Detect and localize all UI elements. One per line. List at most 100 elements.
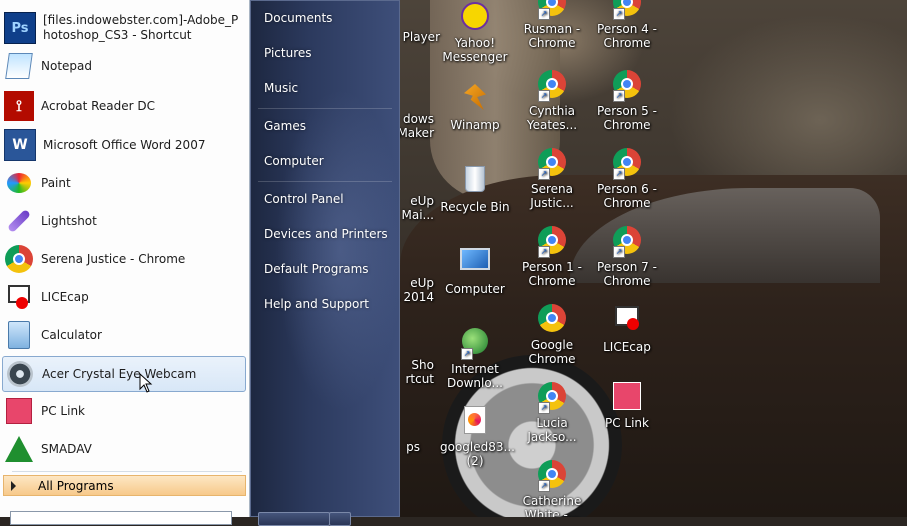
chrome-icon: ↗ xyxy=(611,148,643,180)
winamp-icon xyxy=(459,84,491,116)
desktop-icon-recycle-bin[interactable]: Recycle Bin xyxy=(440,162,510,214)
desktop-icon-lucia-chrome[interactable]: ↗ Lucia Jackso... xyxy=(517,380,587,444)
calculator-icon xyxy=(4,320,34,350)
shortcut-arrow-icon: ↗ xyxy=(538,8,550,20)
desktop-icon-label: ps xyxy=(406,440,420,454)
desktop-icon-partial-player[interactable]: Player xyxy=(400,30,440,44)
desktop-icon-pclink[interactable]: PC Link xyxy=(592,380,662,430)
shutdown-options-button[interactable] xyxy=(329,512,351,526)
desktop-icon-cynthia-chrome[interactable]: ↗ Cynthia Yeates... xyxy=(517,68,587,132)
arrow-right-icon xyxy=(11,480,16,491)
chrome-icon: ↗ xyxy=(536,382,568,414)
start-link-help-support[interactable]: Help and Support xyxy=(264,297,369,312)
start-item-label: Microsoft Office Word 2007 xyxy=(43,137,206,152)
start-link-games[interactable]: Games xyxy=(264,119,306,134)
desktop-icon-partial-1[interactable]: eUp t Mai... xyxy=(400,194,435,222)
acrobat-icon: ⟟ xyxy=(4,91,34,121)
desktop-icon-person1-chrome[interactable]: ↗ Person 1 - Chrome xyxy=(517,224,587,288)
start-link-documents[interactable]: Documents xyxy=(264,11,332,26)
all-programs-button[interactable]: All Programs xyxy=(3,475,246,496)
desktop-icon-serena-chrome[interactable]: ↗ Serena Justic... xyxy=(517,146,587,210)
desktop-icon-label: Serena Justic... xyxy=(530,182,574,210)
shortcut-arrow-icon: ↗ xyxy=(613,246,625,258)
start-link-music[interactable]: Music xyxy=(264,81,298,96)
desktop-icon-label: Google Chrome xyxy=(528,338,576,366)
shortcut-arrow-icon: ↗ xyxy=(538,168,550,180)
desktop-icon-label: Cynthia Yeates... xyxy=(526,104,578,132)
desktop-icon-partial-2[interactable]: eUp s 2014 xyxy=(400,276,434,304)
chrome-icon: ↗ xyxy=(611,70,643,102)
chrome-icon: ↗ xyxy=(536,148,568,180)
chrome-icon: ↗ xyxy=(536,70,568,102)
start-item-pclink[interactable]: PC Link xyxy=(2,393,246,429)
webcam-icon xyxy=(5,359,35,389)
desktop-icon-partial-moviemaker[interactable]: dows Maker xyxy=(400,112,434,140)
start-link-default-programs[interactable]: Default Programs xyxy=(264,262,369,277)
desktop-icon-googled83[interactable]: googled83... (2) xyxy=(440,404,515,468)
desktop-icon-catherine-chrome[interactable]: ↗ Catherine White -... xyxy=(517,458,587,517)
start-item-lightshot[interactable]: Lightshot xyxy=(2,203,246,239)
lightshot-icon xyxy=(4,206,34,236)
start-item-label: Acrobat Reader DC xyxy=(41,98,155,113)
start-link-control-panel[interactable]: Control Panel xyxy=(264,192,344,207)
desktop-icon-computer[interactable]: Computer xyxy=(440,244,510,296)
start-item-smadav[interactable]: SMADAV xyxy=(2,431,246,467)
start-link-pictures[interactable]: Pictures xyxy=(264,46,312,61)
start-item-label: Calculator xyxy=(41,327,102,342)
desktop-icon-rusman-chrome[interactable]: ↗ Rusman - Chrome xyxy=(517,0,587,50)
start-item-licecap[interactable]: LICEcap xyxy=(2,279,246,315)
start-item-word[interactable]: W Microsoft Office Word 2007 xyxy=(2,127,246,163)
desktop-icon-winamp[interactable]: Winamp xyxy=(440,82,510,132)
chrome-icon xyxy=(4,244,34,274)
shortcut-arrow-icon: ↗ xyxy=(461,348,473,360)
start-link-computer[interactable]: Computer xyxy=(264,154,324,169)
start-item-acrobat[interactable]: ⟟ Acrobat Reader DC xyxy=(2,88,246,124)
places-separator xyxy=(258,181,392,182)
desktop-icon-yahoo[interactable]: Yahoo! Messenger xyxy=(440,0,510,64)
start-item-label-line1: [files.indowebster.com]-Adobe_P xyxy=(43,13,239,27)
mouse-pointer-icon xyxy=(139,373,153,393)
start-item-paint[interactable]: Paint xyxy=(2,165,246,201)
start-item-calculator[interactable]: Calculator xyxy=(2,317,246,353)
start-link-devices-printers[interactable]: Devices and Printers xyxy=(264,227,388,242)
desktop-icon-label: dows Maker xyxy=(400,112,434,140)
all-programs-label: All Programs xyxy=(38,478,114,493)
shortcut-arrow-icon: ↗ xyxy=(538,480,550,492)
desktop-icon-partial-3[interactable]: Sho rtcut xyxy=(400,358,434,386)
desktop-icon-label: Sho rtcut xyxy=(405,358,434,386)
shutdown-button[interactable] xyxy=(258,512,330,526)
start-item-serena-chrome[interactable]: Serena Justice - Chrome xyxy=(2,241,246,277)
licecap-icon xyxy=(611,306,643,338)
shortcut-arrow-icon: ↗ xyxy=(613,168,625,180)
desktop-icon-label: Yahoo! Messenger xyxy=(442,36,508,64)
shortcut-arrow-icon: ↗ xyxy=(538,402,550,414)
start-item-notepad[interactable]: Notepad xyxy=(2,48,246,84)
start-item-acer-webcam[interactable]: Acer Crystal Eye Webcam xyxy=(2,356,246,392)
computer-icon xyxy=(459,248,491,280)
pclink-icon xyxy=(4,396,34,426)
desktop-icon-label: Person 4 - Chrome xyxy=(597,22,657,50)
desktop-icon-label: Winamp xyxy=(450,118,500,132)
licecap-icon xyxy=(4,282,34,312)
desktop-icon-label: PC Link xyxy=(604,416,649,430)
start-item-label: Acer Crystal Eye Webcam xyxy=(42,366,197,381)
start-search-input[interactable] xyxy=(10,511,232,525)
places-separator xyxy=(258,108,392,109)
desktop-icon-internet-download-manager[interactable]: ↗ Internet Downlo... xyxy=(440,326,510,390)
desktop-icon-label: googled83... (2) xyxy=(440,440,515,468)
paint-icon xyxy=(4,168,34,198)
desktop-icon-partial-4[interactable]: ps xyxy=(400,440,420,454)
desktop-icon-label: Lucia Jackso... xyxy=(527,416,577,444)
desktop-icon-google-chrome[interactable]: Google Chrome xyxy=(517,302,587,366)
desktop-icon-person4-chrome[interactable]: ↗ Person 4 - Chrome xyxy=(592,0,662,50)
start-item-label: Paint xyxy=(41,175,71,190)
desktop-icon-label: Person 7 - Chrome xyxy=(597,260,657,288)
desktop-icon-label: Player xyxy=(402,30,440,44)
chrome-icon: ↗ xyxy=(536,0,568,20)
chrome-icon xyxy=(536,304,568,336)
desktop-icon-licecap[interactable]: LICEcap xyxy=(592,302,662,354)
desktop-icon-person6-chrome[interactable]: ↗ Person 6 - Chrome xyxy=(592,146,662,210)
desktop-icon-person7-chrome[interactable]: ↗ Person 7 - Chrome xyxy=(592,224,662,288)
start-item-photoshop[interactable]: Ps [files.indowebster.com]-Adobe_P hotos… xyxy=(2,10,246,46)
desktop-icon-person5-chrome[interactable]: ↗ Person 5 - Chrome xyxy=(592,68,662,132)
